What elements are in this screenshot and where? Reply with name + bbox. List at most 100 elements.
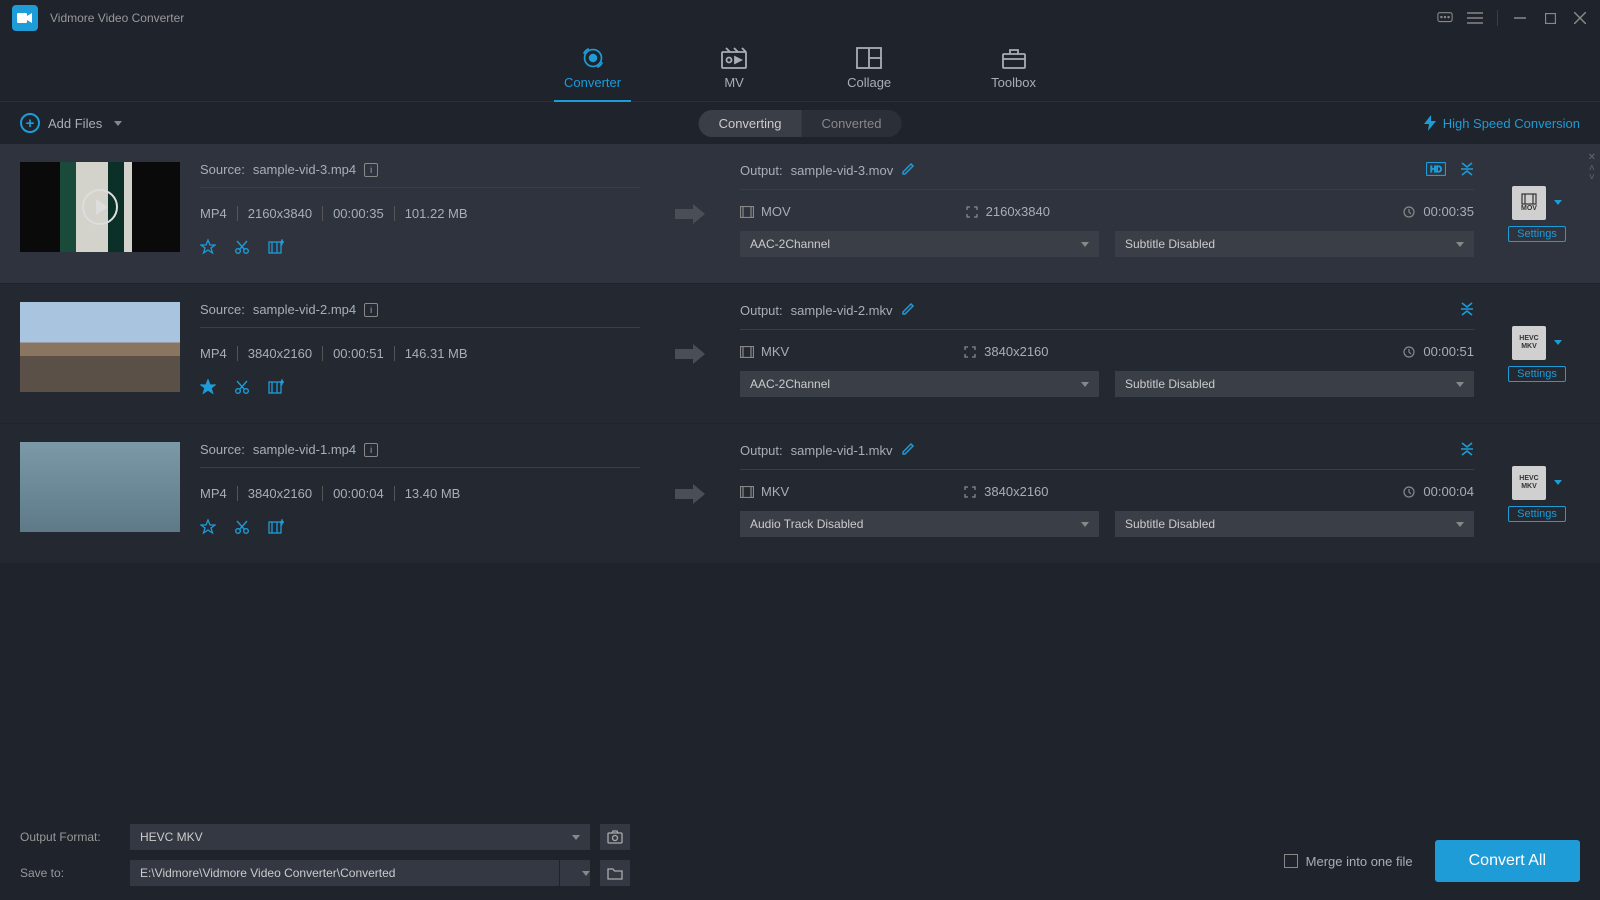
src-duration: 00:00:04 bbox=[333, 486, 395, 501]
src-resolution: 2160x3840 bbox=[248, 206, 323, 221]
feedback-icon[interactable] bbox=[1437, 10, 1453, 26]
high-speed-conversion[interactable]: High Speed Conversion bbox=[1423, 115, 1580, 131]
remove-row-icon[interactable]: ✕ bbox=[1588, 152, 1596, 163]
row-format-controls: MOV Settings bbox=[1494, 162, 1580, 265]
menu-icon[interactable] bbox=[1467, 10, 1483, 26]
minimize-icon[interactable] bbox=[1512, 10, 1528, 26]
nav-tabs: Converter MV Collage Toolbox bbox=[0, 36, 1600, 102]
video-thumbnail[interactable] bbox=[20, 442, 180, 532]
arrow-icon bbox=[660, 162, 720, 265]
save-to-value: E:\Vidmore\Vidmore Video Converter\Conve… bbox=[130, 866, 559, 880]
snapshot-button[interactable] bbox=[600, 824, 630, 850]
src-format: MP4 bbox=[200, 346, 238, 361]
info-icon[interactable]: i bbox=[364, 303, 378, 317]
format-preset-button[interactable]: HEVC MKV bbox=[1512, 326, 1562, 360]
compress-icon[interactable] bbox=[1460, 162, 1474, 179]
compress-icon[interactable] bbox=[1460, 442, 1474, 459]
output-column: Output: sample-vid-1.mkv MKV 3840x2160 bbox=[740, 442, 1474, 545]
tab-mv[interactable]: MV bbox=[711, 36, 757, 101]
source-meta: MP4 2160x3840 00:00:35 101.22 MB bbox=[200, 206, 640, 221]
settings-button[interactable]: Settings bbox=[1508, 366, 1566, 382]
rename-icon[interactable] bbox=[901, 162, 915, 179]
rename-icon[interactable] bbox=[901, 302, 915, 319]
tab-converter[interactable]: Converter bbox=[554, 36, 631, 101]
format-preset-button[interactable]: MOV bbox=[1512, 186, 1562, 220]
format-badge-icon: MOV bbox=[1512, 186, 1546, 220]
info-icon[interactable]: i bbox=[364, 163, 378, 177]
audio-track-select[interactable]: AAC-2Channel bbox=[740, 371, 1099, 397]
out-duration: 00:00:35 bbox=[1402, 204, 1474, 219]
add-files-label: Add Files bbox=[48, 116, 102, 131]
output-format-value: HEVC MKV bbox=[140, 830, 203, 844]
enhance-icon[interactable] bbox=[268, 519, 284, 535]
file-row[interactable]: Source: sample-vid-1.mp4 i MP4 3840x2160… bbox=[0, 424, 1600, 564]
play-icon[interactable] bbox=[82, 189, 118, 225]
settings-button[interactable]: Settings bbox=[1508, 506, 1566, 522]
edit-star-icon[interactable] bbox=[200, 379, 216, 395]
close-icon[interactable] bbox=[1572, 10, 1588, 26]
file-row[interactable]: Source: sample-vid-2.mp4 i MP4 3840x2160… bbox=[0, 284, 1600, 424]
out-duration: 00:00:04 bbox=[1402, 484, 1474, 499]
file-list: Source: sample-vid-3.mp4 i MP4 2160x3840… bbox=[0, 144, 1600, 564]
tab-label: MV bbox=[724, 75, 744, 90]
tab-toolbox[interactable]: Toolbox bbox=[981, 36, 1046, 101]
tab-label: Converter bbox=[564, 75, 621, 90]
open-folder-button[interactable] bbox=[600, 860, 630, 886]
merge-checkbox[interactable]: Merge into one file bbox=[1284, 854, 1413, 869]
subtab-converted[interactable]: Converted bbox=[801, 110, 901, 137]
output-format-label: Output Format: bbox=[20, 830, 120, 844]
output-column: Output: sample-vid-2.mkv MKV 3840x2160 bbox=[740, 302, 1474, 405]
format-badge-icon: HEVC MKV bbox=[1512, 466, 1546, 500]
audio-track-select[interactable]: Audio Track Disabled bbox=[740, 511, 1099, 537]
output-label: Output: bbox=[740, 303, 783, 318]
compress-icon[interactable] bbox=[1460, 302, 1474, 319]
video-thumbnail[interactable] bbox=[20, 162, 180, 252]
move-down-icon[interactable]: ˅ bbox=[1589, 175, 1595, 181]
src-size: 13.40 MB bbox=[405, 486, 471, 501]
convert-all-button[interactable]: Convert All bbox=[1435, 840, 1580, 882]
src-resolution: 3840x2160 bbox=[248, 346, 323, 361]
out-resolution: 3840x2160 bbox=[963, 344, 1048, 359]
subtitle-select[interactable]: Subtitle Disabled bbox=[1115, 371, 1474, 397]
output-filename: sample-vid-3.mov bbox=[791, 163, 894, 178]
hd-icon[interactable]: HD bbox=[1426, 162, 1446, 179]
output-format-select[interactable]: HEVC MKV bbox=[130, 824, 590, 850]
out-duration: 00:00:51 bbox=[1402, 344, 1474, 359]
edit-star-icon[interactable] bbox=[200, 239, 216, 255]
audio-track-select[interactable]: AAC-2Channel bbox=[740, 231, 1099, 257]
enhance-icon[interactable] bbox=[268, 379, 284, 395]
chevron-down-icon bbox=[572, 835, 580, 840]
subtab-converting[interactable]: Converting bbox=[699, 110, 802, 137]
row-format-controls: HEVC MKV Settings bbox=[1494, 442, 1580, 545]
src-duration: 00:00:51 bbox=[333, 346, 395, 361]
out-resolution: 3840x2160 bbox=[963, 484, 1048, 499]
output-filename: sample-vid-2.mkv bbox=[791, 303, 893, 318]
video-thumbnail[interactable] bbox=[20, 302, 180, 392]
format-preset-button[interactable]: HEVC MKV bbox=[1512, 466, 1562, 500]
chevron-down-icon bbox=[114, 121, 122, 126]
edit-star-icon[interactable] bbox=[200, 519, 216, 535]
save-to-select[interactable]: E:\Vidmore\Vidmore Video Converter\Conve… bbox=[130, 860, 590, 886]
source-label: Source: bbox=[200, 302, 245, 317]
subtitle-select[interactable]: Subtitle Disabled bbox=[1115, 511, 1474, 537]
file-row[interactable]: Source: sample-vid-3.mp4 i MP4 2160x3840… bbox=[0, 144, 1600, 284]
app-title: Vidmore Video Converter bbox=[50, 11, 184, 25]
enhance-icon[interactable] bbox=[268, 239, 284, 255]
arrow-icon bbox=[660, 442, 720, 545]
cut-icon[interactable] bbox=[234, 519, 250, 535]
add-files-button[interactable]: + Add Files bbox=[20, 113, 122, 133]
tab-collage[interactable]: Collage bbox=[837, 36, 901, 101]
source-label: Source: bbox=[200, 162, 245, 177]
out-container: MOV bbox=[740, 204, 791, 219]
settings-button[interactable]: Settings bbox=[1508, 226, 1566, 242]
cut-icon[interactable] bbox=[234, 239, 250, 255]
source-column: Source: sample-vid-1.mp4 i MP4 3840x2160… bbox=[200, 442, 640, 545]
info-icon[interactable]: i bbox=[364, 443, 378, 457]
maximize-icon[interactable] bbox=[1542, 10, 1558, 26]
tab-label: Toolbox bbox=[991, 75, 1036, 90]
output-label: Output: bbox=[740, 443, 783, 458]
out-container: MKV bbox=[740, 484, 789, 499]
cut-icon[interactable] bbox=[234, 379, 250, 395]
subtitle-select[interactable]: Subtitle Disabled bbox=[1115, 231, 1474, 257]
rename-icon[interactable] bbox=[901, 442, 915, 459]
